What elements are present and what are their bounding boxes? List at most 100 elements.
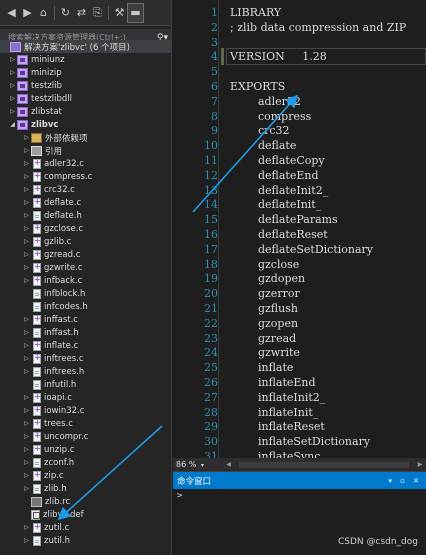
expand-arrow-icon[interactable]: ▷ xyxy=(8,69,17,76)
tree-item[interactable]: ▷ uncompr.c xyxy=(0,430,171,443)
code-line[interactable]: 12 deflateEnd xyxy=(173,168,426,183)
tree-item[interactable]: ▷ gzread.c xyxy=(0,248,171,261)
tree-item[interactable]: ▷ gzwrite.c xyxy=(0,261,171,274)
tree-item[interactable]: ▷ deflate.h xyxy=(0,209,171,222)
tree-item[interactable]: ▷ compress.c xyxy=(0,170,171,183)
expand-arrow-icon[interactable]: ▷ xyxy=(22,446,31,453)
expand-arrow-icon[interactable]: ▷ xyxy=(22,368,31,375)
tree-item[interactable]: ▷ inftrees.c xyxy=(0,352,171,365)
expand-arrow-icon[interactable]: ▷ xyxy=(22,524,31,531)
code-line[interactable]: 1 LIBRARY xyxy=(173,5,426,20)
horizontal-scrollbar[interactable] xyxy=(238,461,409,468)
code-line[interactable]: 24 gzwrite xyxy=(173,345,426,360)
tree-item[interactable]: ▷ zutil.c xyxy=(0,521,171,534)
tree-item[interactable]: ▷ unzip.c xyxy=(0,443,171,456)
tree-item[interactable]: ▷ zlib.h xyxy=(0,482,171,495)
tree-item[interactable]: ▷ 外部依赖项 xyxy=(0,131,171,144)
home-icon[interactable]: ⌂ xyxy=(36,4,51,22)
code-line[interactable]: 5 xyxy=(173,64,426,79)
wrench-icon[interactable]: ⚒ xyxy=(112,4,127,22)
tree-item[interactable]: ▷ iowin32.c xyxy=(0,404,171,417)
tree-item[interactable]: ▷ inflate.c xyxy=(0,339,171,352)
code-line[interactable]: 30 inflateSetDictionary xyxy=(173,434,426,449)
sync-icon[interactable]: ⇄ xyxy=(74,4,89,22)
code-line[interactable]: 4 VERSION 1.28 xyxy=(173,49,426,64)
expand-arrow-icon[interactable]: ▷ xyxy=(22,407,31,414)
tree-item[interactable]: ▷ gzlib.c xyxy=(0,235,171,248)
tree-item[interactable]: ▷ zlibstat xyxy=(0,105,171,118)
tree-item[interactable]: infutil.h xyxy=(0,378,171,391)
expand-arrow-icon[interactable]: ▷ xyxy=(8,56,17,63)
code-line[interactable]: 16 deflateReset xyxy=(173,227,426,242)
code-line[interactable]: 22 gzopen xyxy=(173,316,426,331)
tree-item[interactable]: infblock.h xyxy=(0,287,171,300)
expand-arrow-icon[interactable]: ▷ xyxy=(22,433,31,440)
code-line[interactable]: 9 crc32 xyxy=(173,123,426,138)
expand-arrow-icon[interactable]: ▷ xyxy=(22,394,31,401)
code-line[interactable]: 29 inflateReset xyxy=(173,419,426,434)
tree-item[interactable]: zlibvc.def xyxy=(0,508,171,521)
code-line[interactable]: 23 gzread xyxy=(173,331,426,346)
code-editor[interactable]: 1 LIBRARY 2 ; zlib data compression and ZIP… xyxy=(173,0,426,458)
expand-arrow-icon[interactable]: ▷ xyxy=(22,355,31,362)
code-line[interactable]: 21 gzflush xyxy=(173,301,426,316)
command-prompt[interactable]: > xyxy=(173,489,426,503)
expand-arrow-icon[interactable]: ▷ xyxy=(22,199,31,206)
code-line[interactable]: 14 deflateInit_ xyxy=(173,197,426,212)
tree-item[interactable]: ▷ gzclose.c xyxy=(0,222,171,235)
code-line[interactable]: 27 inflateInit2_ xyxy=(173,390,426,405)
tree-item[interactable]: ▷ deflate.c xyxy=(0,196,171,209)
tree-item[interactable]: ▷ inffast.c xyxy=(0,313,171,326)
tree-item[interactable]: zlib.rc xyxy=(0,495,171,508)
expand-arrow-icon[interactable]: ▷ xyxy=(22,225,31,232)
expand-arrow-icon[interactable]: ▷ xyxy=(22,342,31,349)
expand-arrow-icon[interactable]: ▷ xyxy=(22,160,31,167)
tree-item[interactable]: ▷ trees.c xyxy=(0,417,171,430)
history-icon[interactable]: ↻ xyxy=(58,4,73,22)
code-line[interactable]: 13 deflateInit2_ xyxy=(173,183,426,198)
collapse-arrow-icon[interactable]: ◢ xyxy=(8,121,17,128)
expand-arrow-icon[interactable]: ▷ xyxy=(22,329,31,336)
code-line[interactable]: 19 gzdopen xyxy=(173,271,426,286)
tree-item[interactable]: infcodes.h xyxy=(0,300,171,313)
code-line[interactable]: 18 gzclose xyxy=(173,257,426,272)
expand-arrow-icon[interactable]: ▷ xyxy=(22,212,31,219)
code-line[interactable]: 15 deflateParams xyxy=(173,212,426,227)
code-line[interactable]: 7 adler32 xyxy=(173,94,426,109)
tree-item[interactable]: ▷ zutil.h xyxy=(0,534,171,547)
window-buttons[interactable]: ▾ ▫ ✕ xyxy=(388,477,422,485)
expand-arrow-icon[interactable]: ▷ xyxy=(22,316,31,323)
code-line[interactable]: 31 inflateSync xyxy=(173,449,426,458)
code-line[interactable]: 8 compress xyxy=(173,109,426,124)
tree-item[interactable]: ▷ testzlib xyxy=(0,79,171,92)
code-line[interactable]: 20 gzerror xyxy=(173,286,426,301)
tree-item[interactable]: ▷ inffast.h xyxy=(0,326,171,339)
expand-arrow-icon[interactable]: ▷ xyxy=(22,134,31,141)
tree-item[interactable]: ▷ zip.c xyxy=(0,469,171,482)
expand-arrow-icon[interactable]: ▷ xyxy=(22,186,31,193)
expand-arrow-icon[interactable]: ▷ xyxy=(8,82,17,89)
expand-arrow-icon[interactable]: ▷ xyxy=(22,277,31,284)
scroll-right-icon[interactable]: ▶ xyxy=(414,461,426,468)
forward-icon[interactable]: ▶ xyxy=(20,4,35,22)
expand-arrow-icon[interactable]: ▷ xyxy=(22,537,31,544)
expand-arrow-icon[interactable]: ▷ xyxy=(8,95,17,102)
expand-arrow-icon[interactable]: ▷ xyxy=(22,251,31,258)
back-icon[interactable]: ◀ xyxy=(4,4,19,22)
tree-item[interactable]: ▷ 引用 xyxy=(0,144,171,157)
expand-arrow-icon[interactable]: ▷ xyxy=(8,108,17,115)
expand-arrow-icon[interactable]: ▷ xyxy=(22,459,31,466)
expand-arrow-icon[interactable]: ▷ xyxy=(22,420,31,427)
code-line[interactable]: 11 deflateCopy xyxy=(173,153,426,168)
expand-arrow-icon[interactable]: ▷ xyxy=(22,472,31,479)
expand-arrow-icon[interactable]: ▷ xyxy=(22,173,31,180)
tree-item[interactable]: ▷ miniunz xyxy=(0,53,171,66)
chevron-down-icon[interactable]: ▾ xyxy=(201,462,204,469)
tree-item[interactable]: ▷ inftrees.h xyxy=(0,365,171,378)
code-line[interactable]: 26 inflateEnd xyxy=(173,375,426,390)
tree-item[interactable]: ◢ zlibvc xyxy=(0,118,171,131)
expand-arrow-icon[interactable]: ▷ xyxy=(22,238,31,245)
code-line[interactable]: 3 xyxy=(173,35,426,50)
code-line[interactable]: 17 deflateSetDictionary xyxy=(173,242,426,257)
code-line[interactable]: 2 ; zlib data compression and ZIP xyxy=(173,20,426,35)
